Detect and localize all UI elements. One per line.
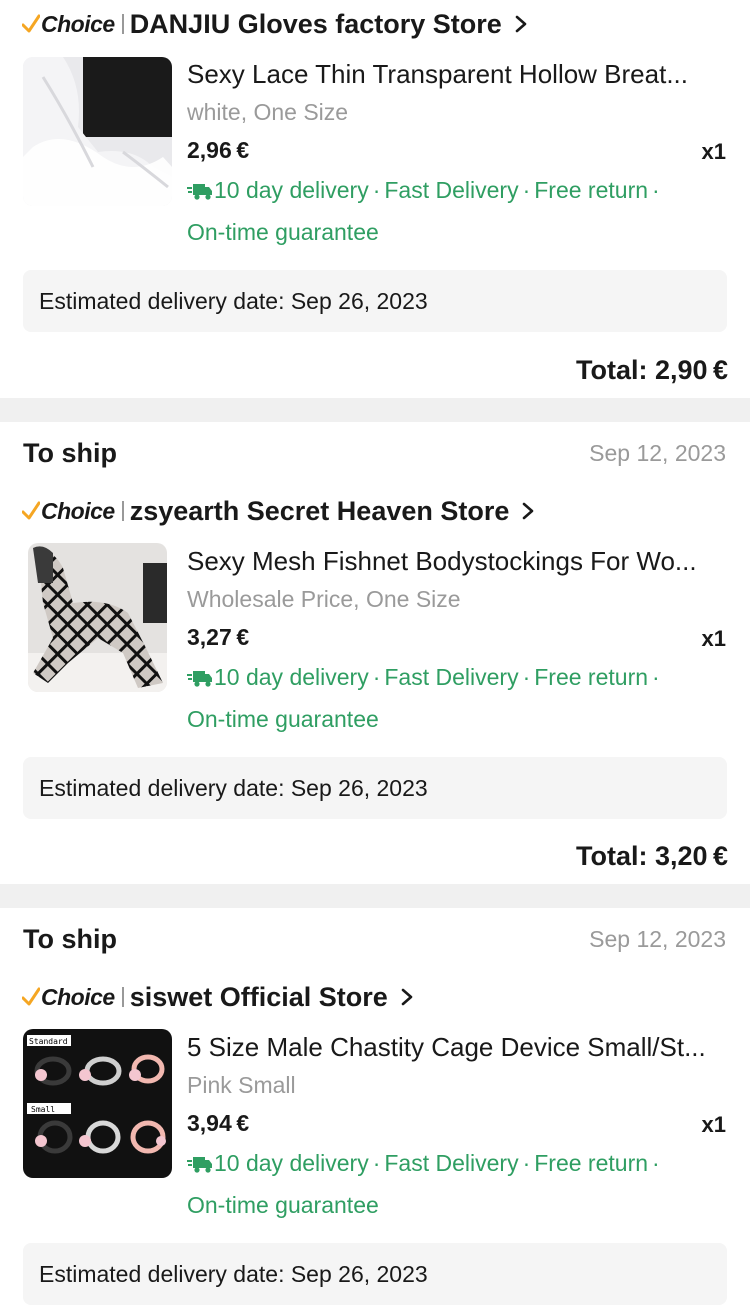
delivery-info: 10 day delivery · Fast Delivery · Free retur… — [187, 1142, 726, 1226]
separator-dot: · — [372, 177, 381, 203]
choice-badge: Choice — [22, 498, 115, 525]
order-header: To ship Sep 12, 2023 — [23, 433, 726, 473]
separator-dot: · — [652, 1150, 660, 1176]
store-row[interactable]: Choice siswet Official Store — [22, 977, 414, 1017]
order-date: Sep 12, 2023 — [589, 440, 726, 466]
divider — [121, 987, 124, 1007]
choice-label: Choice — [41, 983, 115, 1010]
store-name[interactable]: DANJIU Gloves factory Store — [130, 9, 502, 40]
divider — [121, 14, 124, 34]
estimated-delivery-box: Estimated delivery date: Sep 26, 2023 — [23, 1243, 727, 1305]
delivery-days: 10 day delivery — [214, 664, 369, 690]
product-info: Sexy Lace Thin Transparent Hollow Breat.… — [187, 57, 726, 253]
estimated-delivery-text: Estimated delivery date: Sep 26, 2023 — [39, 774, 428, 801]
product-info: Sexy Mesh Fishnet Bodystockings For Wo..… — [187, 544, 726, 740]
order-date: Sep 12, 2023 — [589, 926, 726, 952]
separator-dot: · — [372, 1150, 381, 1176]
free-return-label: Free return — [534, 1150, 649, 1176]
product-price: 3,27 € — [187, 624, 250, 650]
free-return-label: Free return — [534, 177, 649, 203]
chevron-right-icon[interactable] — [400, 988, 414, 1006]
product-quantity: x1 — [701, 626, 726, 651]
fishnet-bodystocking-image — [28, 543, 167, 692]
choice-badge: Choice — [22, 11, 115, 38]
choice-label: Choice — [41, 10, 115, 37]
price-row: 2,96 € x1 — [187, 133, 726, 167]
product-thumbnail[interactable] — [28, 543, 167, 692]
product-thumbnail[interactable] — [23, 57, 172, 206]
fast-delivery-label: Fast Delivery — [384, 177, 519, 203]
checkmark-icon — [22, 987, 40, 1006]
order-card-3: To ship Sep 12, 2023 Choice siswet Offic… — [0, 908, 750, 1305]
separator-dot: · — [652, 664, 660, 690]
separator-dot: · — [522, 1150, 531, 1176]
estimated-delivery-text: Estimated delivery date: Sep 26, 2023 — [39, 287, 428, 314]
product-thumbnail[interactable]: Standard Small — [23, 1029, 172, 1178]
separator-dot: · — [372, 664, 381, 690]
product-quantity: x1 — [701, 139, 726, 164]
order-card-2: To ship Sep 12, 2023 Choice zsyearth Sec… — [0, 422, 750, 884]
separator-dot: · — [652, 177, 660, 203]
choice-badge: Choice — [22, 984, 115, 1011]
separator-dot: · — [522, 177, 531, 203]
order-card-1: Choice DANJIU Gloves factory Store Sexy … — [0, 0, 750, 398]
delivery-days: 10 day delivery — [214, 177, 369, 203]
choice-label: Choice — [41, 497, 115, 524]
store-row[interactable]: Choice zsyearth Secret Heaven Store — [22, 491, 535, 531]
order-status: To ship — [23, 924, 117, 954]
product-title[interactable]: Sexy Mesh Fishnet Bodystockings For Wo..… — [187, 544, 726, 578]
store-name[interactable]: zsyearth Secret Heaven Store — [130, 496, 510, 527]
estimated-delivery-box: Estimated delivery date: Sep 26, 2023 — [23, 757, 727, 819]
product-title[interactable]: 5 Size Male Chastity Cage Device Small/S… — [187, 1030, 726, 1064]
checkmark-icon — [22, 501, 40, 520]
price-row: 3,94 € x1 — [187, 1106, 726, 1140]
chastity-cage-product-image: Standard Small — [23, 1029, 172, 1178]
delivery-truck-icon — [187, 184, 212, 200]
section-divider — [0, 398, 750, 422]
store-row[interactable]: Choice DANJIU Gloves factory Store — [22, 4, 528, 44]
product-variant: Pink Small — [187, 1072, 296, 1098]
product-price: 3,94 € — [187, 1110, 250, 1136]
product-variant: Wholesale Price, One Size — [187, 586, 461, 612]
chevron-right-icon[interactable] — [521, 502, 535, 520]
on-time-guarantee-label: On-time guarantee — [187, 706, 379, 732]
delivery-truck-icon — [187, 1157, 212, 1173]
on-time-guarantee-label: On-time guarantee — [187, 219, 379, 245]
free-return-label: Free return — [534, 664, 649, 690]
estimated-delivery-text: Estimated delivery date: Sep 26, 2023 — [39, 1260, 428, 1287]
order-total: Total: 2,90 € — [576, 355, 728, 385]
chevron-right-icon[interactable] — [514, 15, 528, 33]
delivery-info: 10 day delivery · Fast Delivery · Free retur… — [187, 656, 726, 740]
product-info: 5 Size Male Chastity Cage Device Small/S… — [187, 1030, 726, 1226]
price-row: 3,27 € x1 — [187, 620, 726, 654]
thumb-label-standard: Standard — [29, 1037, 68, 1046]
delivery-truck-icon — [187, 671, 212, 687]
white-lace-gloves-image — [23, 57, 172, 206]
delivery-days: 10 day delivery — [214, 1150, 369, 1176]
order-header: To ship Sep 12, 2023 — [23, 919, 726, 959]
product-variant: white, One Size — [187, 99, 349, 125]
checkmark-icon — [22, 14, 40, 33]
store-name[interactable]: siswet Official Store — [130, 982, 388, 1013]
delivery-info: 10 day delivery · Fast Delivery · Free retur… — [187, 169, 726, 253]
order-total: Total: 3,20 € — [576, 841, 728, 871]
divider — [121, 501, 124, 521]
fast-delivery-label: Fast Delivery — [384, 664, 519, 690]
fast-delivery-label: Fast Delivery — [384, 1150, 519, 1176]
product-quantity: x1 — [701, 1112, 726, 1137]
on-time-guarantee-label: On-time guarantee — [187, 1192, 379, 1218]
section-divider — [0, 884, 750, 908]
order-status: To ship — [23, 438, 117, 468]
product-title[interactable]: Sexy Lace Thin Transparent Hollow Breat.… — [187, 57, 726, 91]
separator-dot: · — [522, 664, 531, 690]
estimated-delivery-box: Estimated delivery date: Sep 26, 2023 — [23, 270, 727, 332]
thumb-label-small: Small — [31, 1105, 55, 1114]
product-price: 2,96 € — [187, 137, 250, 163]
